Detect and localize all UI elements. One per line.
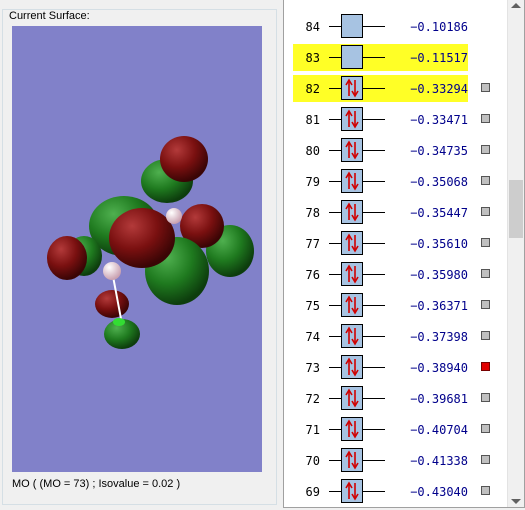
vertical-scrollbar[interactable] <box>507 0 524 507</box>
orbital-row[interactable]: 72 −0.39681 <box>284 384 509 415</box>
orbital-row[interactable]: 75 −0.36371 <box>284 291 509 322</box>
arrow-up-icon[interactable] <box>511 3 521 8</box>
orbital-energy: −0.40704 <box>410 423 468 437</box>
orbital-level-box[interactable] <box>341 14 363 38</box>
orbital-energy: −0.33294 <box>410 82 468 96</box>
orbital-row[interactable]: 84 −0.10186 <box>284 12 509 43</box>
surface-caption: MO ( (MO = 73) ; Isovalue = 0.02 ) <box>12 478 181 490</box>
orbital-render <box>47 136 254 349</box>
orbital-level-box[interactable] <box>341 231 363 255</box>
orbital-level-box[interactable] <box>341 324 363 348</box>
orbital-energy: −0.38940 <box>410 361 468 375</box>
orbital-level-box[interactable] <box>341 262 363 286</box>
orbital-level-box[interactable] <box>341 479 363 503</box>
orbital-select-checkbox[interactable] <box>481 83 490 92</box>
orbital-level-box[interactable] <box>341 293 363 317</box>
orbital-number: 79 <box>305 175 320 189</box>
orbital-number: 76 <box>305 268 320 282</box>
orbital-select-checkbox[interactable] <box>481 331 490 340</box>
orbital-row[interactable]: 73 −0.38940 <box>284 353 509 384</box>
atom-hydrogen <box>166 208 182 224</box>
orbital-level-box[interactable] <box>341 45 363 69</box>
orbital-row[interactable]: 76 −0.35980 <box>284 260 509 291</box>
orbital-list-panel[interactable]: 84 −0.10186 83 −0.11517 82 −0.33294 81 −0.33471… <box>283 0 525 508</box>
orbital-level-box[interactable] <box>341 76 363 100</box>
orbital-number: 83 <box>305 51 320 65</box>
current-surface-title: Current Surface: <box>7 10 92 22</box>
orbital-energy: −0.34735 <box>410 144 468 158</box>
orbital-number: 69 <box>305 485 320 499</box>
orbital-row[interactable]: 79 −0.35068 <box>284 167 509 198</box>
orbital-energy: −0.35610 <box>410 237 468 251</box>
orbital-select-checkbox[interactable] <box>481 362 490 371</box>
orbital-select-checkbox[interactable] <box>481 269 490 278</box>
orbital-number: 70 <box>305 454 320 468</box>
orbital-row[interactable]: 74 −0.37398 <box>284 322 509 353</box>
orbital-row[interactable]: 82 −0.33294 <box>284 74 509 105</box>
orbital-select-checkbox[interactable] <box>481 300 490 309</box>
orbital-row[interactable]: 70 −0.41338 <box>284 446 509 477</box>
orbital-energy: −0.41338 <box>410 454 468 468</box>
molecule-viewport[interactable] <box>12 26 262 472</box>
arrow-down-icon[interactable] <box>511 499 521 504</box>
orbital-energy: −0.39681 <box>410 392 468 406</box>
orbital-level-box[interactable] <box>341 417 363 441</box>
orbital-energy: −0.36371 <box>410 299 468 313</box>
orbital-number: 84 <box>305 20 320 34</box>
orbital-select-checkbox[interactable] <box>481 424 490 433</box>
orbital-energy: −0.10186 <box>410 20 468 34</box>
orbital-level-box[interactable] <box>341 138 363 162</box>
orbital-level-box[interactable] <box>341 169 363 193</box>
orbital-select-checkbox[interactable] <box>481 486 490 495</box>
orbital-number: 78 <box>305 206 320 220</box>
orbital-row[interactable]: 71 −0.40704 <box>284 415 509 446</box>
orbital-energy: −0.35447 <box>410 206 468 220</box>
orbital-number: 71 <box>305 423 320 437</box>
orbital-number: 75 <box>305 299 320 313</box>
orbital-row[interactable]: 69 −0.43040 <box>284 477 509 507</box>
atom-hydrogen <box>103 262 121 280</box>
orbital-number: 73 <box>305 361 320 375</box>
orbital-number: 74 <box>305 330 320 344</box>
orbital-row[interactable]: 77 −0.35610 <box>284 229 509 260</box>
orbital-select-checkbox[interactable] <box>481 145 490 154</box>
orbital-level-box[interactable] <box>341 386 363 410</box>
orbital-row[interactable]: 80 −0.34735 <box>284 136 509 167</box>
scrollbar-thumb[interactable] <box>509 180 523 238</box>
orbital-select-checkbox[interactable] <box>481 238 490 247</box>
orbital-row[interactable]: 78 −0.35447 <box>284 198 509 229</box>
orbital-energy: −0.37398 <box>410 330 468 344</box>
orbital-select-checkbox[interactable] <box>481 393 490 402</box>
orbital-number: 81 <box>305 113 320 127</box>
orbital-select-checkbox[interactable] <box>481 176 490 185</box>
orbital-energy: −0.11517 <box>410 51 468 65</box>
orbital-number: 80 <box>305 144 320 158</box>
orbital-energy: −0.35980 <box>410 268 468 282</box>
orbital-lobe-negative <box>160 136 208 182</box>
orbital-level-box[interactable] <box>341 200 363 224</box>
orbital-number: 77 <box>305 237 320 251</box>
orbital-select-checkbox[interactable] <box>481 114 490 123</box>
orbital-level-box[interactable] <box>341 355 363 379</box>
orbital-level-box[interactable] <box>341 448 363 472</box>
orbital-level-box[interactable] <box>341 107 363 131</box>
orbital-energy: −0.43040 <box>410 485 468 499</box>
orbital-lobe-negative <box>95 290 129 318</box>
orbital-select-checkbox[interactable] <box>481 455 490 464</box>
orbital-lobe-negative <box>47 236 87 280</box>
orbital-row[interactable]: 81 −0.33471 <box>284 105 509 136</box>
orbital-energy: −0.35068 <box>410 175 468 189</box>
orbital-select-checkbox[interactable] <box>481 207 490 216</box>
orbital-number: 72 <box>305 392 320 406</box>
orbital-lobe-negative <box>109 208 175 268</box>
orbital-row[interactable]: 83 −0.11517 <box>284 43 509 74</box>
orbital-energy: −0.33471 <box>410 113 468 127</box>
orbital-number: 82 <box>305 82 320 96</box>
